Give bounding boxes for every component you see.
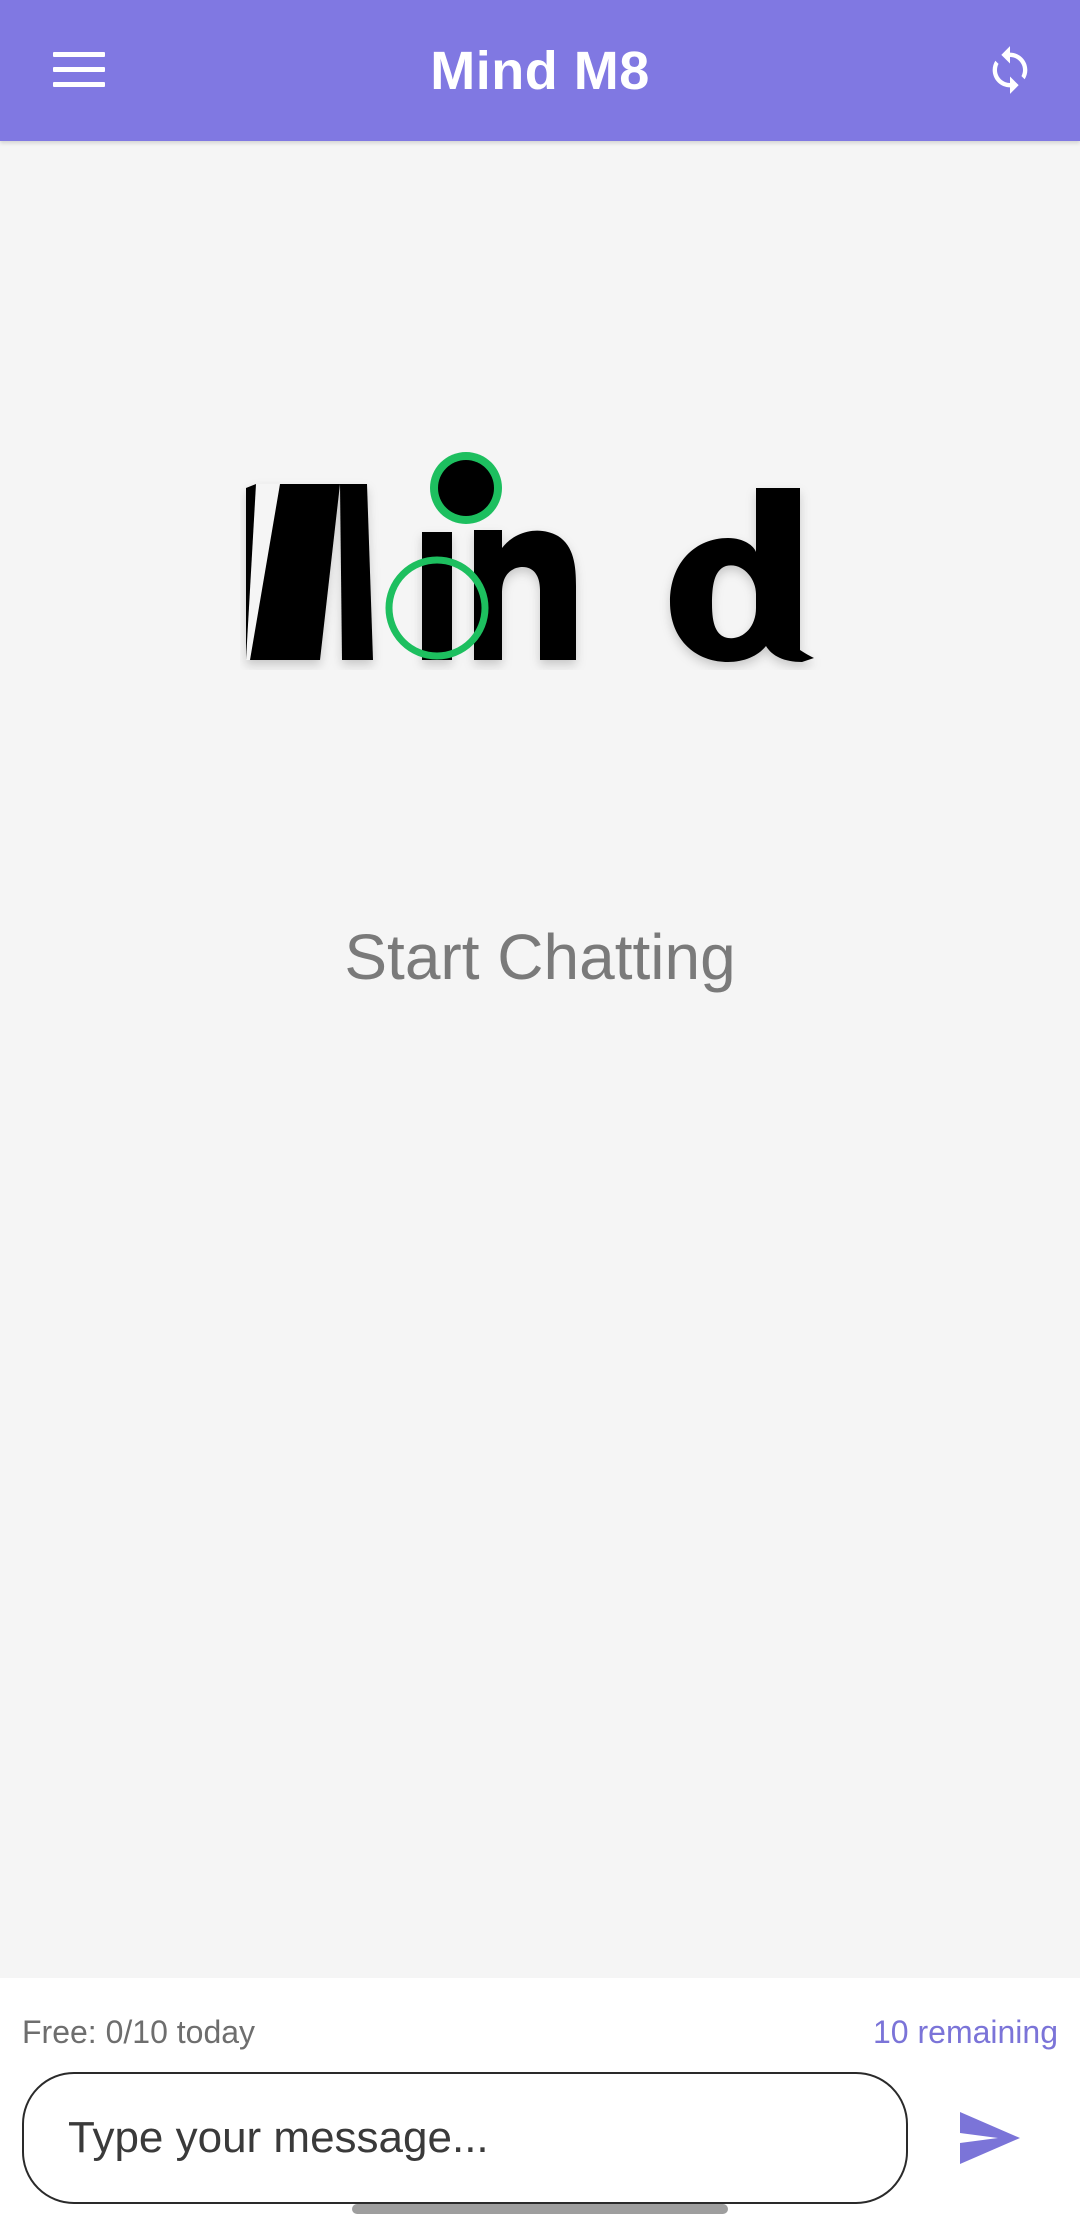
refresh-button[interactable] [968,28,1052,112]
message-composer: Free: 0/10 today 10 remaining [0,1978,1080,2228]
message-input[interactable] [22,2072,908,2204]
free-usage-label: Free: 0/10 today [22,2014,256,2050]
refresh-icon [992,46,1028,94]
empty-state-text: Start Chatting [344,921,736,993]
remaining-count-label: 10 remaining [873,2014,1058,2050]
send-icon [960,2112,1020,2164]
mind-logo [246,452,814,662]
app-bar: Mind M8 [0,0,1080,141]
menu-button[interactable] [40,30,120,110]
app-title: Mind M8 [430,40,650,101]
home-indicator [352,2204,728,2214]
send-button[interactable] [950,2098,1030,2178]
usage-row: Free: 0/10 today 10 remaining [22,2014,1058,2051]
chat-screen: Mind M8 Start Chatting Free: 0/10 today … [0,0,1080,2228]
hamburger-menu-icon [53,52,105,87]
